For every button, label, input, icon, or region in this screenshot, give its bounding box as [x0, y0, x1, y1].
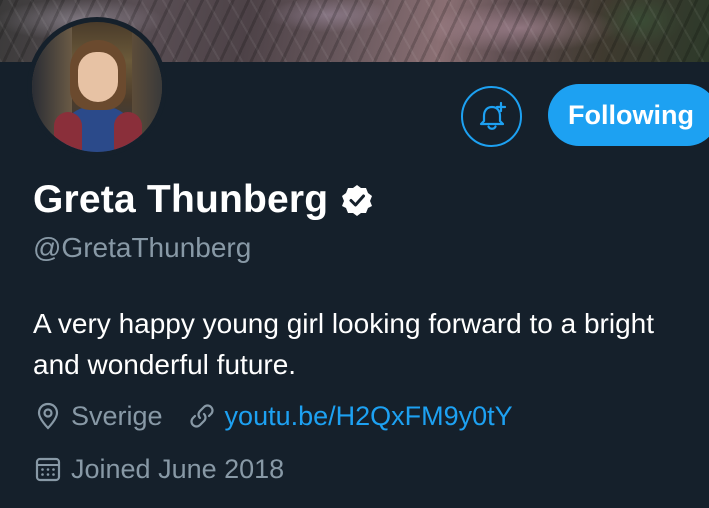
verified-badge-icon	[340, 183, 374, 217]
avatar[interactable]	[27, 17, 167, 157]
profile-meta-row: Sverige youtu.be/H2QxFM9y0tY	[33, 398, 513, 434]
avatar-image	[32, 22, 162, 152]
profile-website-link[interactable]: youtu.be/H2QxFM9y0tY	[225, 401, 513, 432]
profile-joined-row: Joined June 2018	[33, 451, 284, 487]
location-pin-icon	[33, 401, 63, 431]
avatar-jacket-left	[54, 112, 82, 152]
notifications-button[interactable]	[461, 86, 522, 147]
profile-bio: A very happy young girl looking forward …	[33, 308, 655, 380]
profile-handle: @GretaThunberg	[33, 232, 252, 263]
bell-plus-icon	[475, 100, 509, 134]
profile-joined-date: Joined June 2018	[71, 453, 285, 484]
avatar-face	[78, 52, 118, 102]
calendar-icon	[33, 454, 63, 484]
following-button[interactable]: Following	[548, 84, 709, 146]
profile-location: Sverige	[71, 400, 163, 431]
display-name: Greta Thunberg	[33, 178, 329, 221]
link-icon	[187, 401, 217, 431]
profile-screen: Following Greta Thunberg @GretaThunberg …	[0, 0, 709, 508]
name-row: Greta Thunberg	[33, 178, 374, 222]
avatar-jacket-right	[114, 112, 142, 152]
